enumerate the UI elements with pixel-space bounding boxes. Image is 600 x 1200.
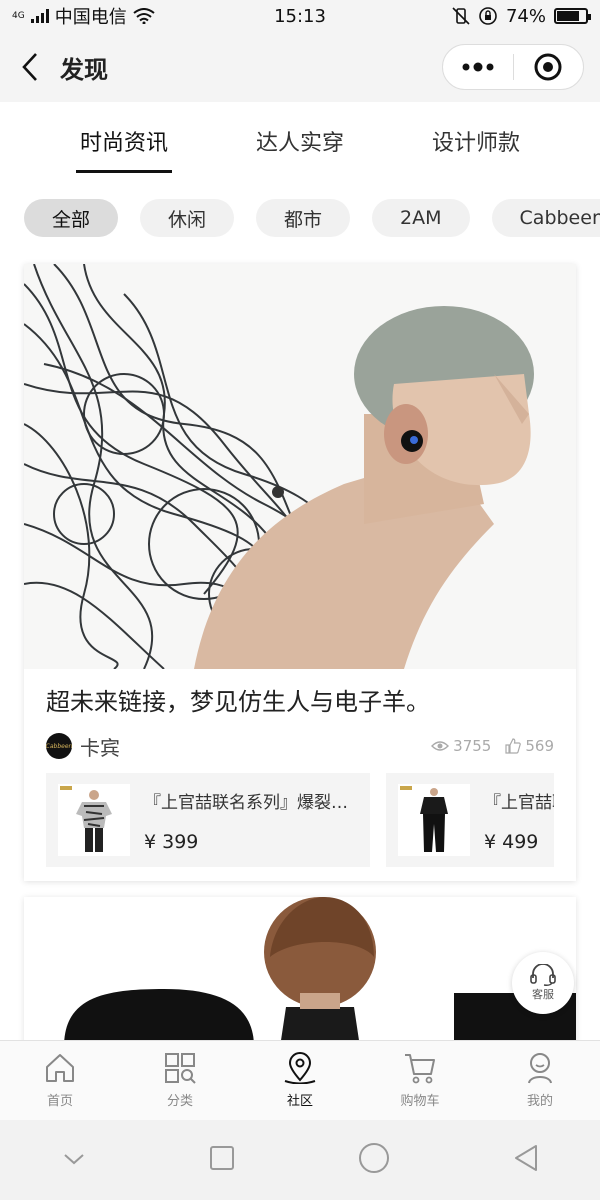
product-price: ¥ 499 <box>484 830 539 853</box>
circle-icon <box>358 1143 389 1173</box>
status-left: 4G 中国电信 <box>12 3 155 29</box>
bottom-tab-bar: 首页 分类 社区 购物车 我的 <box>0 1040 600 1120</box>
tab-fashion-news[interactable]: 时尚资讯 <box>75 109 173 173</box>
article-feed: 超未来链接，梦见仿生人与电子羊。 Cabbeen 卡宾 3755 569 『上官… <box>0 256 600 1040</box>
system-navigation-bar <box>0 1120 600 1200</box>
home-icon <box>46 1054 74 1082</box>
vibrate-off-icon <box>452 7 470 25</box>
chip-urban[interactable]: 都市 <box>256 199 351 237</box>
avatar-logo-text: Cabbeen <box>45 742 73 750</box>
tabbar-item-cart[interactable]: 购物车 <box>360 1041 480 1120</box>
article-card[interactable] <box>24 897 576 1040</box>
author-name[interactable]: 卡宾 <box>80 732 120 761</box>
tabbar-item-community[interactable]: 社区 <box>240 1041 360 1120</box>
product-image-tshirt <box>58 784 130 856</box>
tabbar-label: 首页 <box>46 1094 73 1109</box>
user-icon <box>528 1053 552 1084</box>
like-count-value: 569 <box>525 737 554 755</box>
more-icon <box>462 62 494 72</box>
related-products: 『上官喆联名系列』爆裂纹… ¥ 399 『上官喆 ¥ 499 <box>46 773 554 867</box>
cart-icon <box>405 1054 435 1084</box>
battery-icon <box>554 8 591 24</box>
author-row: Cabbeen 卡宾 3755 569 <box>46 731 554 761</box>
product-name: 『上官喆联名系列』爆裂纹… <box>144 792 358 813</box>
status-right: 74% <box>452 5 591 27</box>
chip-2am[interactable]: 2AM <box>372 199 470 237</box>
home-system-button[interactable] <box>358 1142 390 1178</box>
battery-percent: 74% <box>505 5 546 27</box>
tab-designer[interactable]: 设计师款 <box>432 109 520 173</box>
article-cover-image[interactable] <box>24 897 576 1040</box>
customer-service-label: 客服 <box>532 988 554 1001</box>
product-info: 『上官喆联名系列』爆裂纹… ¥ 399 <box>144 788 358 853</box>
rotation-lock-icon <box>479 7 497 25</box>
filter-chips: 全部 休闲 都市 2AM Cabbeenlove <box>0 180 600 256</box>
category-icon <box>165 1053 196 1084</box>
recents-button[interactable] <box>209 1145 235 1175</box>
eye-icon <box>431 741 450 751</box>
product-price: ¥ 399 <box>144 830 199 853</box>
product-name: 『上官喆联名系列』 <box>484 792 554 813</box>
article-card[interactable]: 超未来链接，梦见仿生人与电子羊。 Cabbeen 卡宾 3755 569 『上官… <box>24 264 576 881</box>
chevron-down-icon <box>63 1153 84 1164</box>
wifi-icon <box>133 8 155 24</box>
product-item[interactable]: 『上官喆联名系列』爆裂纹… ¥ 399 <box>46 773 370 867</box>
article-cover-image[interactable] <box>24 264 576 669</box>
chip-casual[interactable]: 休闲 <box>140 199 235 237</box>
tabbar-item-profile[interactable]: 我的 <box>480 1041 600 1120</box>
status-bar: 4G 中国电信 15:13 74% <box>0 0 600 32</box>
chip-all[interactable]: 全部 <box>24 199 119 237</box>
view-count: 3755 <box>431 737 491 755</box>
back-system-button[interactable] <box>513 1143 539 1177</box>
tab-influencer-wear[interactable]: 达人实穿 <box>256 109 344 173</box>
signal-icon <box>30 9 49 23</box>
page-title: 发现 <box>60 55 108 84</box>
tabbar-item-category[interactable]: 分类 <box>120 1041 240 1120</box>
author-avatar[interactable]: Cabbeen <box>46 733 72 759</box>
article-title[interactable]: 超未来链接，梦见仿生人与电子羊。 <box>46 685 554 719</box>
headset-icon <box>530 964 556 986</box>
nav-header: 发现 <box>0 32 600 102</box>
like-count[interactable]: 569 <box>505 737 554 755</box>
customer-service-button[interactable]: 客服 <box>512 952 574 1014</box>
cover-illustration <box>24 897 576 1040</box>
more-button[interactable] <box>443 45 513 89</box>
triangle-back-icon <box>514 1145 537 1171</box>
product-image-pants <box>398 784 470 856</box>
tabbar-label: 分类 <box>166 1094 193 1109</box>
article-card-body: 超未来链接，梦见仿生人与电子羊。 Cabbeen 卡宾 3755 569 『上官… <box>24 669 576 881</box>
carrier-name: 中国电信 <box>54 7 127 28</box>
location-pin-icon <box>284 1052 316 1084</box>
tabbar-label: 社区 <box>286 1094 313 1109</box>
hide-nav-button[interactable] <box>62 1151 86 1170</box>
tabbar-label: 购物车 <box>400 1094 440 1109</box>
square-icon <box>209 1146 234 1170</box>
tabbar-item-home[interactable]: 首页 <box>0 1041 120 1120</box>
mini-program-capsule <box>442 44 584 90</box>
product-thumbnail <box>398 784 470 856</box>
network-type: 4G <box>12 10 25 21</box>
product-item[interactable]: 『上官喆联名系列』 ¥ 499 <box>386 773 554 867</box>
close-button[interactable] <box>514 45 584 89</box>
cover-illustration <box>24 264 576 669</box>
content-area[interactable]: 时尚资讯 达人实穿 设计师款 全部 休闲 都市 2AM Cabbeenlove <box>0 102 600 1040</box>
thumbs-up-icon <box>505 738 522 754</box>
product-info: 『上官喆联名系列』 ¥ 499 <box>484 788 554 853</box>
article-stats: 3755 569 <box>431 737 554 755</box>
view-count-value: 3755 <box>453 737 492 755</box>
close-target-icon <box>534 53 562 81</box>
back-button[interactable] <box>0 32 60 102</box>
product-thumbnail <box>58 784 130 856</box>
tabbar-label: 我的 <box>526 1094 553 1109</box>
chip-cabbeenlove[interactable]: Cabbeenlove <box>491 199 600 237</box>
back-icon <box>22 53 37 81</box>
category-tabs: 时尚资讯 达人实穿 设计师款 <box>0 102 600 180</box>
